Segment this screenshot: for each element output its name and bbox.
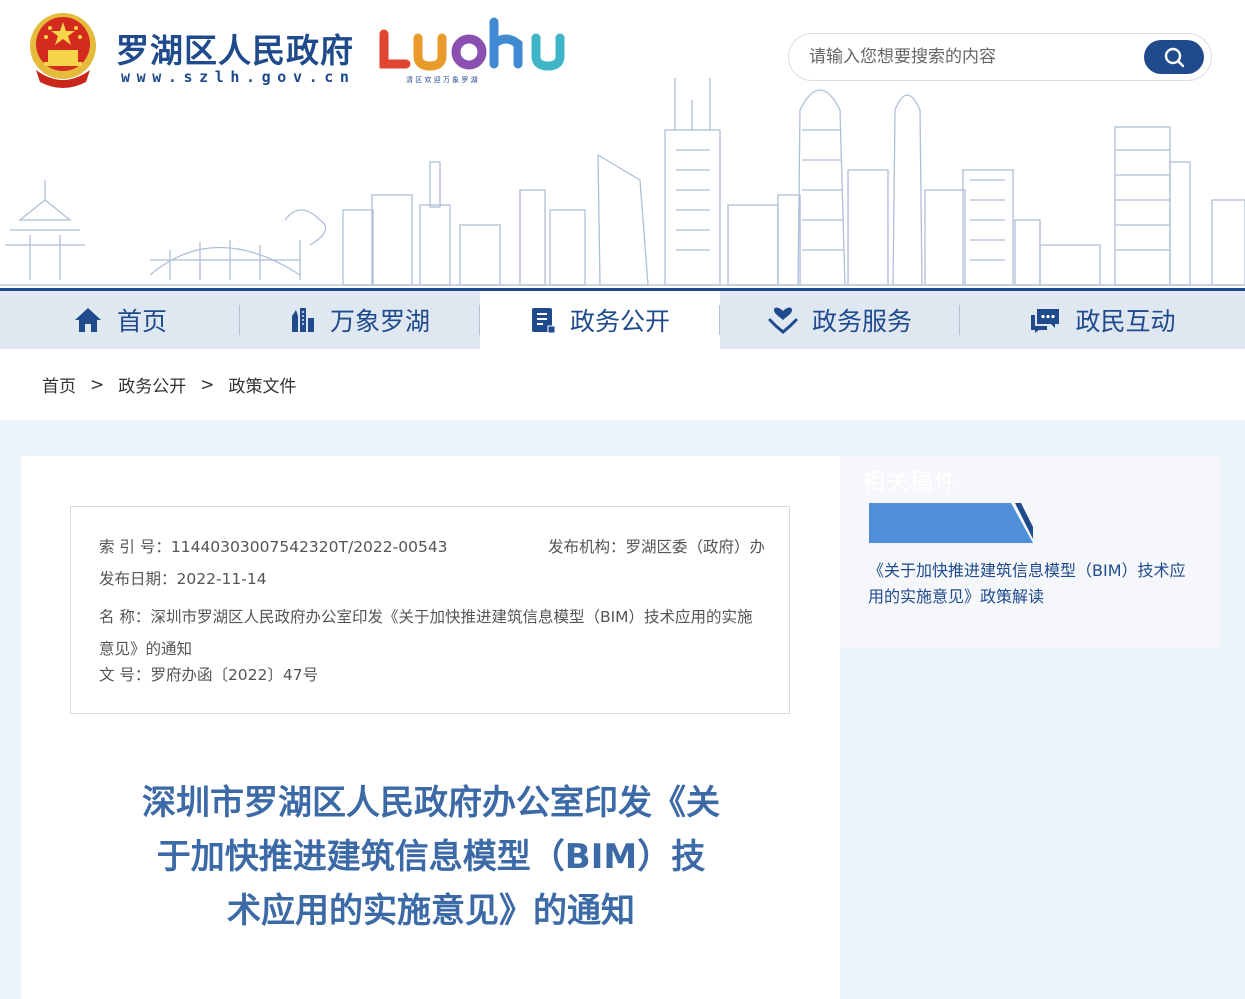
city-skyline-illustration — [0, 78, 1245, 286]
meta-index-value: 11440303007542320T/2022-00543 — [170, 538, 448, 556]
nav-label: 万象罗湖 — [329, 307, 430, 336]
site-header: 罗湖区人民政府 www.szlh.gov.cn 清 区 欢 迎 万 象 罗 湖 — [0, 0, 1245, 288]
meta-index-label: 索 引 号： — [99, 538, 171, 556]
site-url: www.szlh.gov.cn — [121, 68, 356, 86]
breadcrumb-separator: > — [90, 374, 105, 395]
search-input[interactable] — [809, 43, 1139, 71]
meta-date-value: 2022-11-14 — [176, 570, 267, 588]
home-icon — [74, 308, 101, 332]
document-metadata-box: 索 引 号：11440303007542320T/2022-00543 发布机构… — [70, 506, 790, 714]
search-box — [788, 33, 1212, 81]
breadcrumb-policy-documents[interactable]: 政策文件 — [229, 372, 297, 397]
site-title[interactable]: 罗湖区人民政府 — [116, 24, 354, 72]
related-title-tab — [869, 503, 1033, 543]
chat-icon — [1031, 309, 1060, 333]
search-button[interactable] — [1144, 40, 1204, 74]
meta-publisher-value: 罗湖区委（政府）办 — [625, 538, 765, 556]
meta-publisher-label: 发布机构： — [547, 538, 626, 556]
meta-date-label: 发布日期： — [99, 570, 177, 588]
meta-docno-label: 文 号： — [99, 666, 151, 684]
nav-item-government-services[interactable]: 政务服务 — [720, 291, 960, 349]
sidebar-spacer — [840, 648, 1220, 999]
heart-hand-icon — [768, 307, 798, 334]
meta-name-label: 名 称： — [99, 608, 151, 626]
search-icon — [1164, 47, 1185, 68]
meta-name-value: 深圳市罗湖区人民政府办公室印发《关于加快推进建筑信息模型（BIM）技术应用的实施… — [99, 608, 753, 658]
nav-label: 政务公开 — [569, 307, 670, 336]
nav-label: 政民互动 — [1075, 307, 1176, 336]
breadcrumb-home[interactable]: 首页 — [42, 372, 76, 397]
related-document-link[interactable]: 《关于加快推进建筑信息模型（BIM）技术应用的实施意见》政策解读 — [868, 558, 1198, 610]
luohu-brand-logo: 清 区 欢 迎 万 象 罗 湖 — [379, 17, 565, 84]
meta-row-index: 索 引 号：11440303007542320T/2022-00543 发布机构… — [99, 537, 765, 569]
nav-label: 政务服务 — [811, 307, 912, 336]
document-icon — [531, 308, 556, 334]
breadcrumb-gov-disclosure[interactable]: 政务公开 — [118, 372, 186, 397]
meta-docno-value: 罗府办函〔2022〕47号 — [150, 666, 319, 684]
breadcrumb: 首页 > 政务公开 > 政策文件 — [0, 349, 1245, 420]
brand-tagline: 清 区 欢 迎 万 象 罗 湖 — [406, 75, 478, 84]
city-icon — [291, 308, 314, 332]
nav-item-government-affairs-disclosure[interactable]: 政务公开 — [480, 288, 720, 349]
main-content: 索 引 号：11440303007542320T/2022-00543 发布机构… — [21, 456, 840, 999]
nav-item-home[interactable]: 首页 — [0, 291, 240, 349]
nav-label: 首页 — [116, 307, 167, 336]
breadcrumb-separator: > — [200, 374, 215, 395]
meta-row-date: 发布日期：2022-11-14 — [99, 569, 761, 601]
main-nav: 首页 万象罗湖 政务公开 政务服务 政民互动 — [0, 288, 1245, 349]
related-title: 相关稿件 — [862, 469, 958, 495]
related-documents-panel: 相关稿件 《关于加快推进建筑信息模型（BIM）技术应用的实施意见》政策解读 — [840, 456, 1220, 648]
meta-row-docno: 文 号：罗府办函〔2022〕47号 — [99, 665, 761, 697]
document-title: 深圳市罗湖区人民政府办公室印发《关于加快推进建筑信息模型（BIM）技术应用的实施… — [142, 783, 720, 931]
national-emblem-icon — [30, 13, 96, 88]
meta-row-name: 名 称：深圳市罗湖区人民政府办公室印发《关于加快推进建筑信息模型（BIM）技术应… — [99, 601, 761, 665]
nav-item-wanxiang-luohu[interactable]: 万象罗湖 — [240, 291, 480, 349]
nav-item-public-interaction[interactable]: 政民互动 — [960, 291, 1245, 349]
